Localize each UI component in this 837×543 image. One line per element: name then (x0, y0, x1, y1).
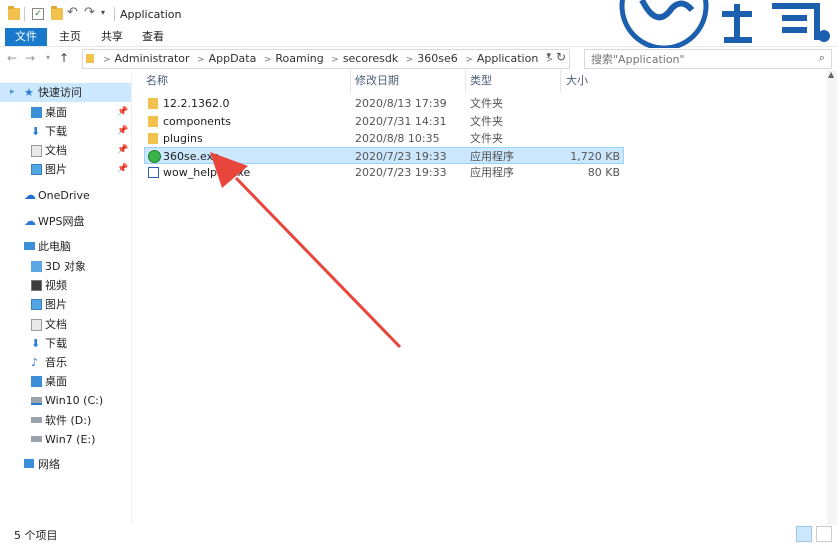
annotation-arrow (210, 152, 402, 349)
arrow-shaft (234, 176, 402, 349)
watermark-logo (612, 0, 837, 48)
